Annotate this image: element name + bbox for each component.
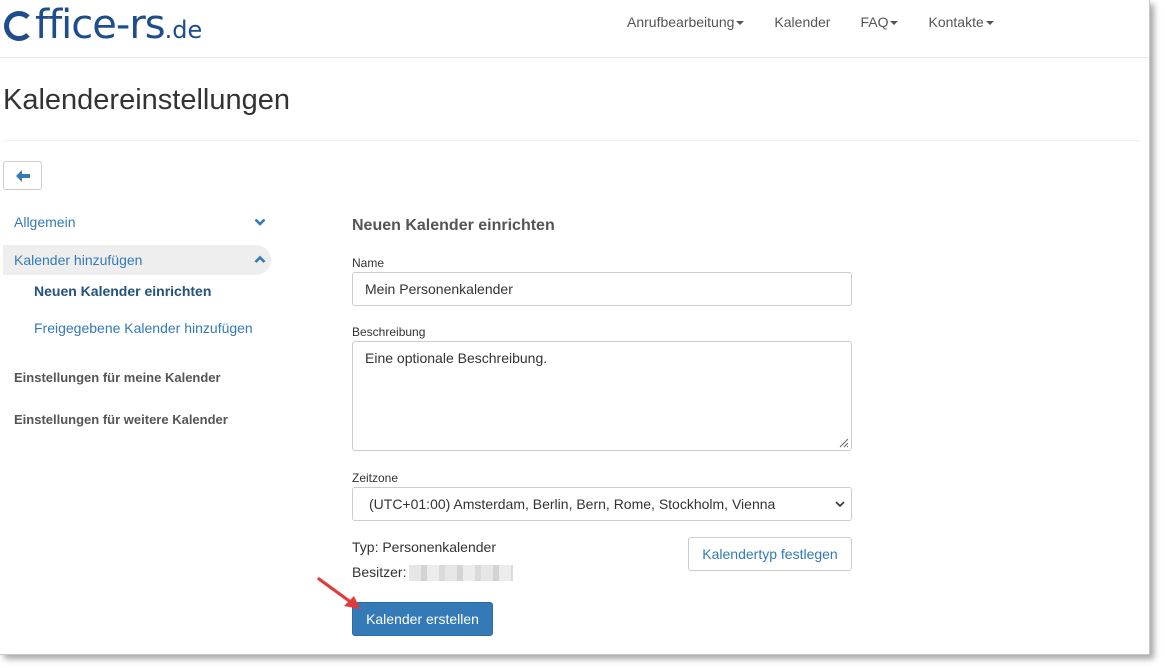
timezone-select[interactable]: (UTC+01:00) Amsterdam, Berlin, Bern, Rom… <box>352 487 852 521</box>
header-divider <box>3 140 1140 141</box>
timezone-value: (UTC+01:00) Amsterdam, Berlin, Bern, Rom… <box>369 496 776 512</box>
logo-text: ffice-rs <box>35 2 166 48</box>
new-calendar-form: Neuen Kalender einrichten Name Mein Pers… <box>352 214 852 636</box>
owner-value-redacted <box>409 565 514 582</box>
nav-item-kontakte[interactable]: Kontakte <box>913 0 1008 44</box>
nav-item-anrufbearbeitung[interactable]: Anrufbearbeitung <box>612 0 759 44</box>
nav-item-faq[interactable]: FAQ <box>845 0 913 44</box>
back-button[interactable] <box>3 161 42 190</box>
caret-down-icon <box>985 21 994 26</box>
chevron-down-icon <box>254 218 266 226</box>
brand-logo[interactable]: ffice-rs.de <box>4 0 202 50</box>
chevron-down-icon <box>835 501 845 508</box>
settings-sidebar: Allgemein Kalender hinzufügen Neuen Kale… <box>3 207 271 441</box>
navbar: ffice-rs.de Anrufbearbeitung Kalender FA… <box>0 0 1149 58</box>
form-heading: Neuen Kalender einrichten <box>352 217 555 234</box>
caret-down-icon <box>890 21 899 26</box>
description-textarea[interactable]: Eine optionale Beschreibung. <box>352 341 852 451</box>
logo-tld: .de <box>164 16 203 44</box>
create-calendar-button[interactable]: Kalender erstellen <box>352 602 493 636</box>
sidebar-item-meine-kalender[interactable]: Einstellungen für meine Kalender <box>3 357 271 399</box>
arrow-left-icon <box>15 169 30 182</box>
logo-o-ring-icon <box>4 11 34 41</box>
page-title: Kalendereinstellungen <box>3 84 290 116</box>
sidebar-item-weitere-kalender[interactable]: Einstellungen für weitere Kalender <box>3 399 271 441</box>
nav-menu: Anrufbearbeitung Kalender FAQ Kontakte <box>612 0 1009 44</box>
annotation-arrow-icon <box>317 577 360 609</box>
chevron-up-icon <box>254 255 266 263</box>
sidebar-item-allgemein[interactable]: Allgemein <box>3 207 271 237</box>
sidebar-item-kalender-hinzufuegen[interactable]: Kalender hinzufügen <box>3 245 271 275</box>
description-label: Beschreibung <box>352 325 426 339</box>
sidebar-subitem-neuen-kalender[interactable]: Neuen Kalender einrichten <box>3 275 271 308</box>
owner-row: Besitzer: <box>352 564 514 582</box>
set-calendar-type-button[interactable]: Kalendertyp festlegen <box>688 537 852 571</box>
resize-grip-icon[interactable] <box>837 436 849 448</box>
timezone-label: Zeitzone <box>352 471 399 485</box>
sidebar-subitem-freigegebene-kalender[interactable]: Freigegebene Kalender hinzufügen <box>3 308 271 348</box>
nav-item-kalender[interactable]: Kalender <box>759 0 845 44</box>
calendar-type-text: Typ: Personenkalender <box>352 539 496 555</box>
name-input[interactable]: Mein Personenkalender <box>352 272 852 306</box>
app-window: ffice-rs.de Anrufbearbeitung Kalender FA… <box>0 0 1150 655</box>
caret-down-icon <box>736 21 745 26</box>
name-label: Name <box>352 256 385 270</box>
description-text: Eine optionale Beschreibung. <box>365 350 548 366</box>
